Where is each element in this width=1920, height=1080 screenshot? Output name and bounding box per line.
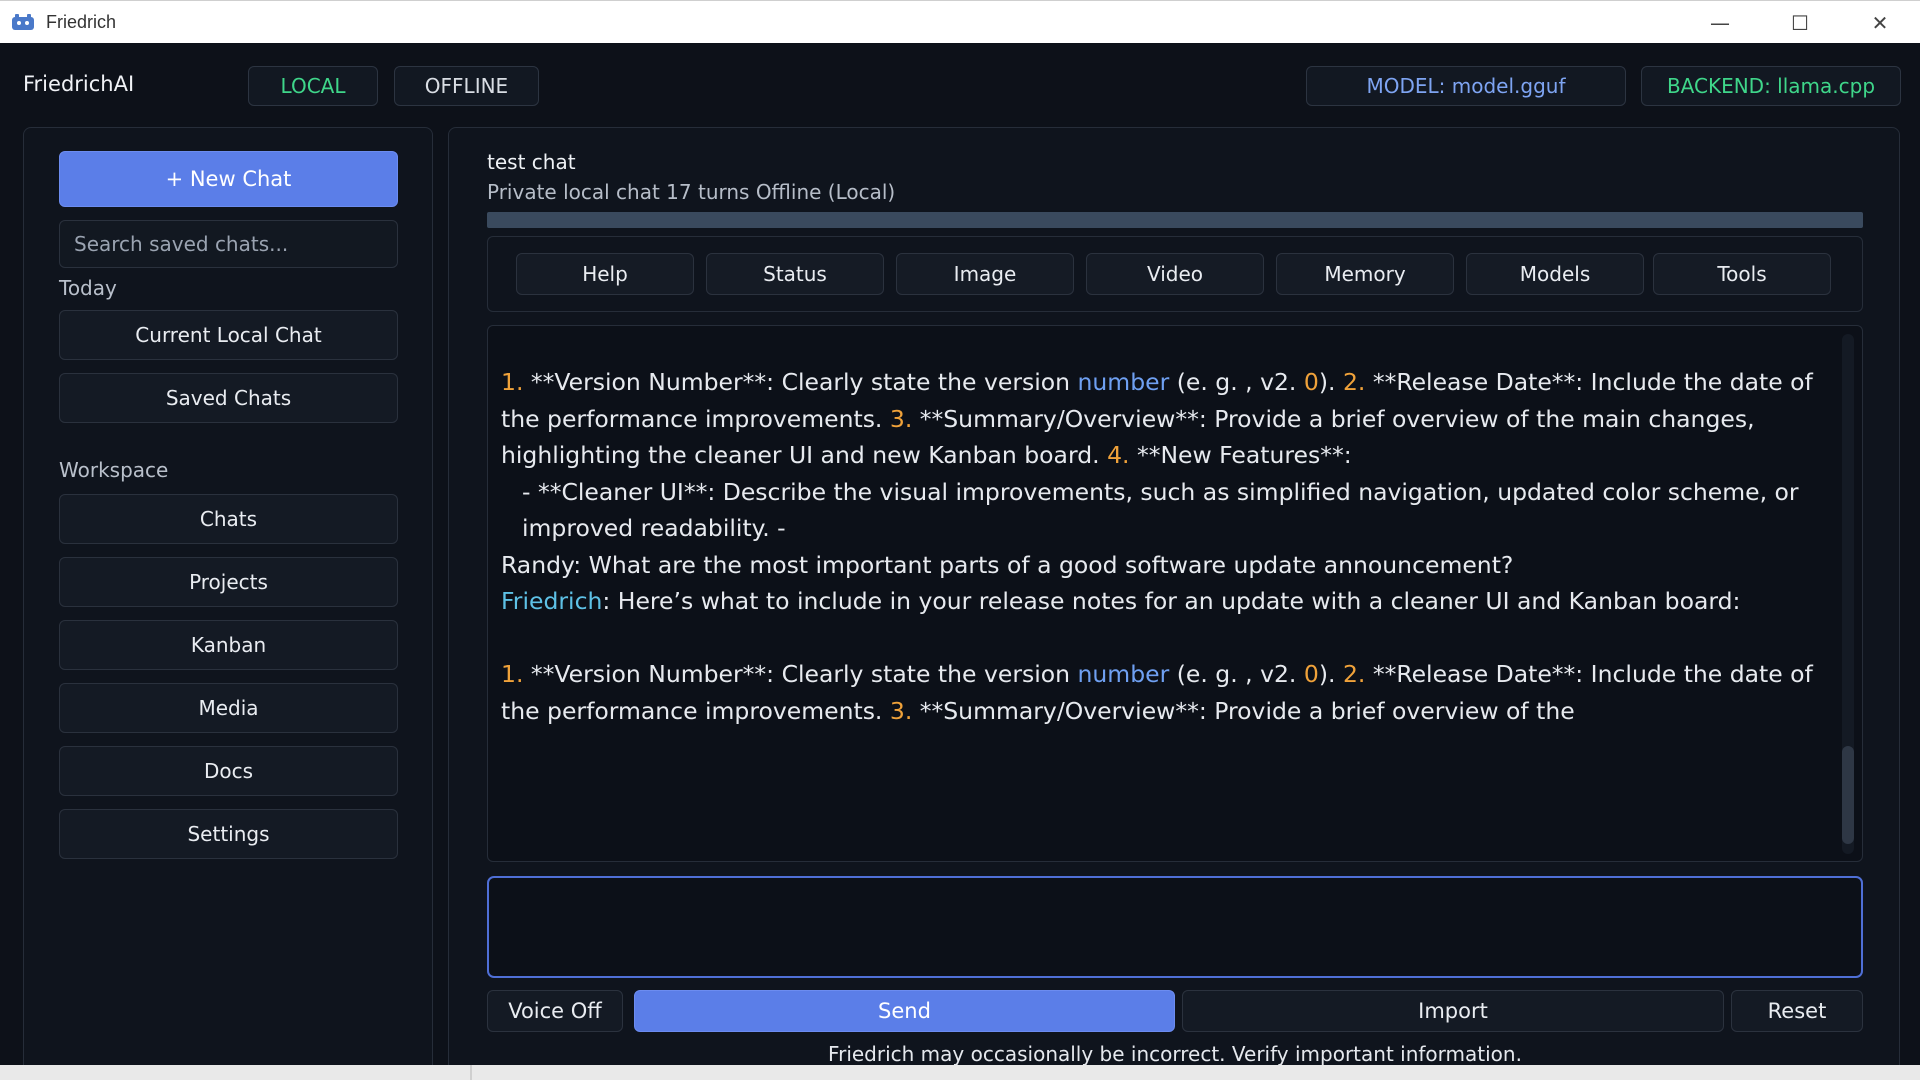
mode-local-badge[interactable]: LOCAL <box>248 66 378 106</box>
mode-offline-badge[interactable]: OFFLINE <box>394 66 539 106</box>
sidebar-item-kanban[interactable]: Kanban <box>59 620 398 670</box>
today-label: Today <box>59 276 117 300</box>
sidebar-item-docs[interactable]: Docs <box>59 746 398 796</box>
assistant-message: Friedrich: Here’s what to include in you… <box>501 587 1741 615</box>
disclaimer: Friedrich may occasionally be incorrect.… <box>828 1042 1522 1066</box>
taskbar-strip <box>0 1065 1920 1080</box>
voice-toggle-button[interactable]: Voice Off <box>487 990 623 1032</box>
tab-video[interactable]: Video <box>1086 253 1264 295</box>
sidebar-item-projects[interactable]: Projects <box>59 557 398 607</box>
sidebar-item-chats[interactable]: Chats <box>59 494 398 544</box>
tab-image[interactable]: Image <box>896 253 1074 295</box>
window-titlebar: Friedrich — ☐ ✕ <box>0 0 1920 43</box>
scrollbar-thumb[interactable] <box>1842 746 1854 844</box>
tab-memory[interactable]: Memory <box>1276 253 1454 295</box>
minimize-icon[interactable]: — <box>1680 1 1760 44</box>
send-button[interactable]: Send <box>634 990 1175 1032</box>
chat-toolbar: Help Status Image Video Memory Models To… <box>487 236 1863 312</box>
sidebar: + New Chat Search saved chats... Today C… <box>23 127 433 1080</box>
message-bullet: - **Cleaner UI**: Describe the visual im… <box>522 477 1799 543</box>
maximize-icon[interactable]: ☐ <box>1760 1 1840 44</box>
chat-title: test chat <box>487 150 576 174</box>
workspace-label: Workspace <box>59 458 169 482</box>
sidebar-item-settings[interactable]: Settings <box>59 809 398 859</box>
message-list[interactable]: 1. **Version Number**: Clearly state the… <box>487 325 1863 862</box>
chat-panel: test chat Private local chat 17 turns Of… <box>448 127 1900 1080</box>
user-message: Randy: What are the most important parts… <box>501 550 1514 579</box>
message-block: 1. **Version Number**: Clearly state the… <box>501 368 1813 469</box>
close-icon[interactable]: ✕ <box>1840 1 1920 44</box>
chat-meta: Private local chat 17 turns Offline (Loc… <box>487 180 896 204</box>
sidebar-item-saved-chats[interactable]: Saved Chats <box>59 373 398 423</box>
tab-models[interactable]: Models <box>1466 253 1644 295</box>
message-input[interactable] <box>487 876 1863 978</box>
context-progress-bar <box>487 212 1863 228</box>
backend-badge[interactable]: BACKEND: llama.cpp <box>1641 66 1901 106</box>
brand-name: FriedrichAI <box>23 72 135 96</box>
new-chat-button[interactable]: + New Chat <box>59 151 398 207</box>
message-block: 1. **Version Number**: Clearly state the… <box>501 660 1813 725</box>
sidebar-item-current-local-chat[interactable]: Current Local Chat <box>59 310 398 360</box>
import-button[interactable]: Import <box>1182 990 1724 1032</box>
tab-help[interactable]: Help <box>516 253 694 295</box>
window-title: Friedrich <box>46 11 117 32</box>
reset-button[interactable]: Reset <box>1731 990 1863 1032</box>
model-badge[interactable]: MODEL: model.gguf <box>1306 66 1626 106</box>
app-icon <box>10 11 36 33</box>
sidebar-item-media[interactable]: Media <box>59 683 398 733</box>
search-input[interactable]: Search saved chats... <box>59 220 398 268</box>
tab-tools[interactable]: Tools <box>1653 253 1831 295</box>
tab-status[interactable]: Status <box>706 253 884 295</box>
